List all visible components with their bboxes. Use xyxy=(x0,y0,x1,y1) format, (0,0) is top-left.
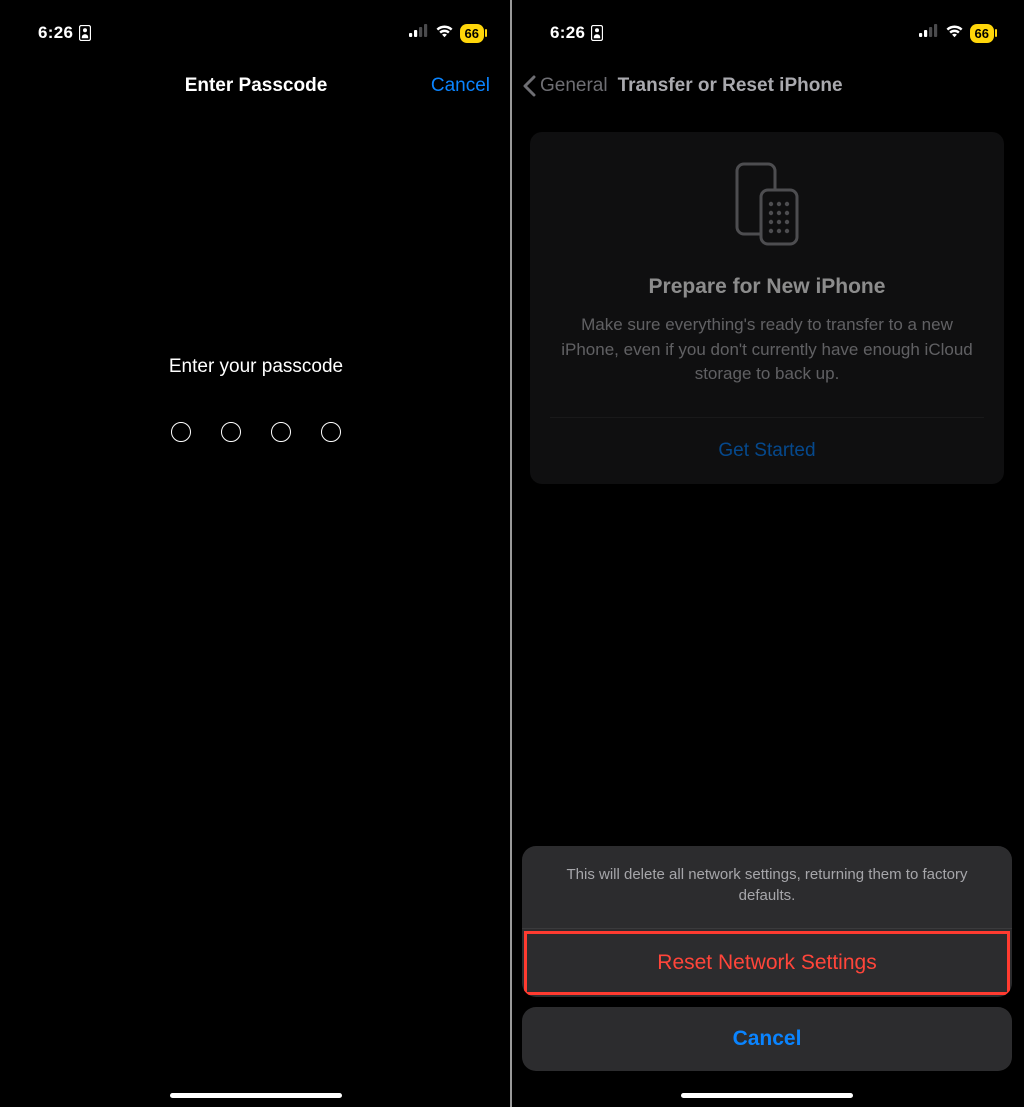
passcode-dot xyxy=(321,422,341,442)
passcode-dots[interactable] xyxy=(171,422,341,442)
status-time: 6:26 xyxy=(38,23,91,43)
sheet-message: This will delete all network settings, r… xyxy=(522,846,1012,929)
clock-text: 6:26 xyxy=(550,23,585,43)
id-badge-icon xyxy=(591,25,603,41)
home-indicator[interactable] xyxy=(681,1093,853,1098)
back-label: General xyxy=(540,75,608,97)
clock-text: 6:26 xyxy=(38,23,73,43)
cellular-icon xyxy=(919,24,939,42)
cancel-button[interactable]: Cancel xyxy=(522,1007,1012,1071)
page-title: Enter Passcode xyxy=(185,75,328,97)
card-title: Prepare for New iPhone xyxy=(554,275,980,299)
status-bar: 6:26 66 xyxy=(0,0,512,54)
passcode-dot xyxy=(271,422,291,442)
page-title: Transfer or Reset iPhone xyxy=(618,75,843,97)
battery-indicator: 66 xyxy=(460,24,484,43)
passcode-dot xyxy=(221,422,241,442)
passcode-body: Enter your passcode xyxy=(0,356,512,442)
cellular-icon xyxy=(409,24,429,42)
chevron-left-icon xyxy=(522,75,536,97)
back-button[interactable]: General xyxy=(522,75,608,97)
nav-bar: Enter Passcode Cancel xyxy=(0,60,512,112)
passcode-screen: 6:26 66 Enter Passcode Cancel Enter your… xyxy=(0,0,512,1107)
cancel-button[interactable]: Cancel xyxy=(431,75,490,97)
wifi-icon xyxy=(435,24,454,43)
status-bar: 6:26 66 xyxy=(512,0,1022,54)
id-badge-icon xyxy=(79,25,91,41)
home-indicator[interactable] xyxy=(170,1093,342,1098)
passcode-dot xyxy=(171,422,191,442)
battery-indicator: 66 xyxy=(970,24,994,43)
status-time: 6:26 xyxy=(550,23,603,43)
get-started-button[interactable]: Get Started xyxy=(530,418,1004,484)
status-indicators: 66 xyxy=(919,24,994,43)
reset-label: Reset Network Settings xyxy=(657,951,876,974)
content-area: Prepare for New iPhone Make sure everyth… xyxy=(512,112,1022,484)
passcode-prompt: Enter your passcode xyxy=(169,356,343,378)
prepare-card: Prepare for New iPhone Make sure everyth… xyxy=(530,132,1004,484)
wifi-icon xyxy=(945,24,964,43)
card-description: Make sure everything's ready to transfer… xyxy=(554,313,980,387)
status-indicators: 66 xyxy=(409,24,484,43)
action-sheet: This will delete all network settings, r… xyxy=(512,846,1022,1071)
reset-network-settings-button[interactable]: Reset Network Settings xyxy=(522,929,1012,997)
devices-icon xyxy=(731,160,803,253)
reset-screen: 6:26 66 General Transfer or Reset iPhone xyxy=(510,0,1022,1107)
nav-bar: General Transfer or Reset iPhone xyxy=(512,60,1022,112)
